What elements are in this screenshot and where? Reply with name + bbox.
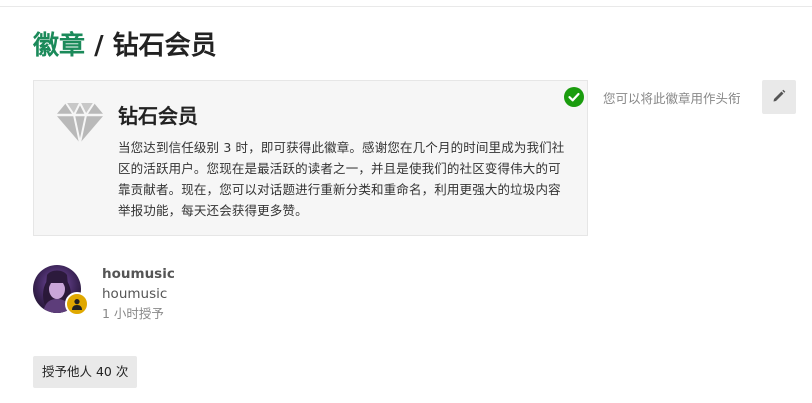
edit-title-button[interactable] xyxy=(762,80,796,114)
granted-count-button[interactable]: 授予他人 40 次 xyxy=(33,356,138,388)
breadcrumb-badges-link[interactable]: 徽章 xyxy=(33,31,85,61)
header-divider xyxy=(0,0,812,7)
use-as-title-hint: 您可以将此徽章用作头衔 xyxy=(603,91,741,106)
page-title: 徽章 / 钻石会员 xyxy=(33,28,217,64)
breadcrumb-separator: / xyxy=(85,31,113,61)
breadcrumb-current: 钻石会员 xyxy=(112,31,217,61)
badge-card: 钻石会员 当您达到信任级别 3 时，即可获得此徽章。感谢您在几个月的时间里成为我… xyxy=(33,80,588,236)
display-name: houmusic xyxy=(102,286,168,302)
badge-page: 徽章 / 钻石会员 钻石会员 当您达到信任级别 3 时，即可获得此徽章。感谢您在… xyxy=(0,0,812,403)
badge-name: 钻石会员 xyxy=(118,104,198,128)
check-circle-icon xyxy=(564,87,584,107)
pencil-icon xyxy=(772,88,786,107)
badge-description: 当您达到信任级别 3 时，即可获得此徽章。感谢您在几个月的时间里成为我们社区的活… xyxy=(118,140,565,218)
username-link[interactable]: houmusic xyxy=(102,265,175,283)
granted-user: houmusic houmusic 1 小时授予 xyxy=(33,265,333,325)
granted-time[interactable]: 1 小时授予 xyxy=(102,305,164,323)
user-flair xyxy=(65,292,89,316)
user-icon xyxy=(71,295,83,314)
diamond-icon xyxy=(54,100,106,145)
